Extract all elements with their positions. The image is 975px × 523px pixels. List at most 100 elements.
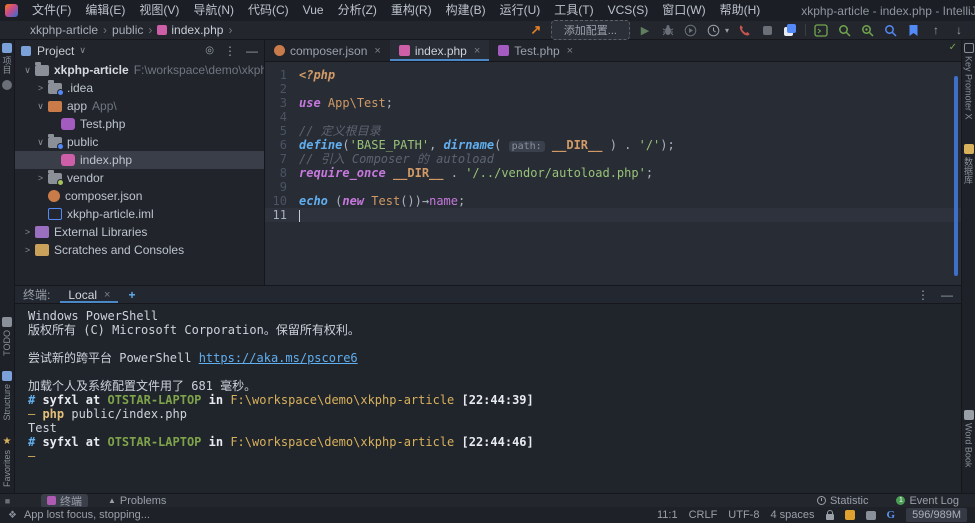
toolwindow-toggle-icon[interactable]: ■ [0, 496, 15, 506]
menu-build[interactable]: 构建(B) [439, 0, 493, 21]
toolwindow-todo-button[interactable]: TODO [2, 317, 12, 356]
stop-button[interactable] [759, 22, 775, 38]
menu-file[interactable]: 文件(F) [25, 0, 78, 21]
menu-code[interactable]: 代码(C) [241, 0, 296, 21]
code-editor[interactable]: 1<?php23use App\Test;45// 定义根目录6define('… [265, 62, 961, 285]
tree-item-app[interactable]: ∨appApp\ [15, 97, 264, 115]
commit-toolwindow-icon[interactable] [2, 80, 12, 90]
toolwindow-key-promoter-button[interactable]: Key Promoter X [964, 43, 974, 120]
debug-button[interactable] [660, 22, 676, 38]
previous-occurrence-button[interactable]: ↑ [928, 22, 944, 38]
options-kebab-icon[interactable]: ⋮ [917, 288, 929, 302]
tree-chevron-icon[interactable]: > [34, 173, 47, 183]
options-kebab-icon[interactable]: ⋮ [224, 44, 236, 58]
breadcrumb-project[interactable]: xkphp-article [30, 23, 98, 37]
terminal-link[interactable]: https://aka.ms/pscore6 [199, 351, 358, 365]
close-tab-icon[interactable]: × [104, 289, 110, 301]
tree-chevron-icon[interactable]: ∨ [21, 65, 34, 76]
profile-button[interactable] [683, 22, 699, 38]
code-line-9[interactable]: 9 [265, 180, 961, 194]
tree-chevron-icon[interactable]: > [21, 227, 34, 237]
tree-item-xkphp-article-iml[interactable]: xkphp-article.iml [15, 205, 264, 223]
profiler-arrow-icon[interactable]: ↗ [528, 22, 544, 38]
toolwindow-terminal-button[interactable]: 终端 [41, 494, 88, 508]
file-encoding[interactable]: UTF-8 [728, 509, 759, 521]
translate-button[interactable] [782, 22, 798, 38]
locate-file-icon[interactable]: ◎ [205, 45, 214, 56]
code-line-4[interactable]: 4 [265, 110, 961, 124]
line-separator[interactable]: CRLF [689, 509, 718, 521]
close-tab-icon[interactable]: × [374, 45, 380, 57]
tree-item-scratches-and-consoles[interactable]: >Scratches and Consoles [15, 241, 264, 259]
hide-panel-icon[interactable]: — [941, 288, 953, 302]
code-line-8[interactable]: 8require_once __DIR__ . '/../vendor/auto… [265, 166, 961, 180]
tree-item-external-libraries[interactable]: >External Libraries [15, 223, 264, 241]
toolwindow-database-button[interactable]: 数据库 [962, 144, 975, 184]
menu-refactor[interactable]: 重构(R) [384, 0, 439, 21]
toolwindow-wordbook-button[interactable]: Word Book [964, 410, 974, 467]
toolwindow-problems-button[interactable]: ▲ Problems [102, 494, 172, 508]
code-line-6[interactable]: 6define('BASE_PATH', dirname( path: __DI… [265, 138, 961, 152]
tree-item-composer-json[interactable]: composer.json [15, 187, 264, 205]
code-line-7[interactable]: 7// 引入 Composer 的 autoload [265, 152, 961, 166]
code-line-1[interactable]: 1<?php [265, 68, 961, 82]
project-panel-title[interactable]: Project [37, 44, 74, 58]
hide-panel-icon[interactable]: — [246, 44, 258, 58]
readonly-lock-icon[interactable] [826, 514, 834, 520]
tab-index-php[interactable]: index.php × [390, 40, 489, 61]
google-translate-icon[interactable]: G [887, 509, 896, 521]
run-configuration-selector[interactable]: 添加配置... [551, 20, 630, 40]
menu-run[interactable]: 运行(U) [493, 0, 548, 21]
close-tab-icon[interactable]: × [474, 45, 480, 57]
code-line-11[interactable]: 11 [265, 208, 961, 222]
breadcrumb-file[interactable]: index.php [171, 23, 223, 37]
search-everywhere-button[interactable] [836, 22, 852, 38]
terminal-tab-local[interactable]: Local × [60, 286, 118, 303]
tree-item-public[interactable]: ∨public [15, 133, 264, 151]
run-button[interactable]: ▶ [637, 22, 653, 38]
find-in-files-button[interactable] [882, 22, 898, 38]
chevron-down-icon[interactable]: ▾ [725, 26, 729, 35]
tree-chevron-icon[interactable]: > [21, 245, 34, 255]
menu-vue[interactable]: Vue [296, 0, 331, 21]
editor-scrollbar[interactable] [954, 76, 958, 276]
code-line-2[interactable]: 2 [265, 82, 961, 96]
tree-chevron-icon[interactable]: > [34, 83, 47, 93]
memory-indicator[interactable]: 596/989M [906, 508, 967, 522]
tree-item-index-php[interactable]: index.php [15, 151, 264, 169]
run-with-coverage-button[interactable] [706, 22, 722, 38]
caret-position[interactable]: 11:1 [657, 509, 678, 521]
bookmarks-button[interactable] [905, 22, 921, 38]
code-line-3[interactable]: 3use App\Test; [265, 96, 961, 110]
inspections-ok-icon[interactable]: ✓ [949, 42, 957, 53]
close-tab-icon[interactable]: × [567, 45, 573, 57]
tree-item-xkphp-article[interactable]: ∨xkphp-articleF:\workspace\demo\xkphp-ar… [15, 61, 264, 79]
menu-tools[interactable]: 工具(T) [547, 0, 600, 21]
toolwindow-structure-button[interactable]: Structure [2, 371, 12, 421]
console-button[interactable] [813, 22, 829, 38]
menu-vcs[interactable]: VCS(S) [601, 0, 656, 21]
chevron-down-icon[interactable]: ∨ [79, 45, 86, 56]
tree-chevron-icon[interactable]: ∨ [34, 137, 47, 148]
search-replace-button[interactable] [859, 22, 875, 38]
code-line-10[interactable]: 10echo (new Test())→name; [265, 194, 961, 208]
menu-navigate[interactable]: 导航(N) [186, 0, 241, 21]
event-log-button[interactable]: 1 Event Log [890, 494, 965, 508]
menu-edit[interactable]: 编辑(E) [78, 0, 132, 21]
breadcrumb-public[interactable]: public [112, 23, 143, 37]
menu-analyze[interactable]: 分析(Z) [331, 0, 384, 21]
menu-help[interactable]: 帮助(H) [713, 0, 768, 21]
tree-chevron-icon[interactable]: ∨ [34, 101, 47, 112]
tab-composer-json[interactable]: composer.json × [265, 40, 390, 61]
menu-view[interactable]: 视图(V) [132, 0, 186, 21]
tree-item--idea[interactable]: >.idea [15, 79, 264, 97]
terminal-output[interactable]: Windows PowerShell版权所有 (C) Microsoft Cor… [15, 304, 961, 493]
code-line-5[interactable]: 5// 定义根目录 [265, 124, 961, 138]
statistic-button[interactable]: Statistic [811, 494, 875, 508]
menu-window[interactable]: 窗口(W) [655, 0, 712, 21]
toolwindow-favorites-button[interactable]: ★ Favorites [2, 437, 12, 487]
indent-setting[interactable]: 4 spaces [770, 509, 814, 521]
assistant-plugin-icon[interactable] [866, 511, 876, 520]
next-occurrence-button[interactable]: ↓ [951, 22, 967, 38]
tab-test-php[interactable]: Test.php × [489, 40, 582, 61]
